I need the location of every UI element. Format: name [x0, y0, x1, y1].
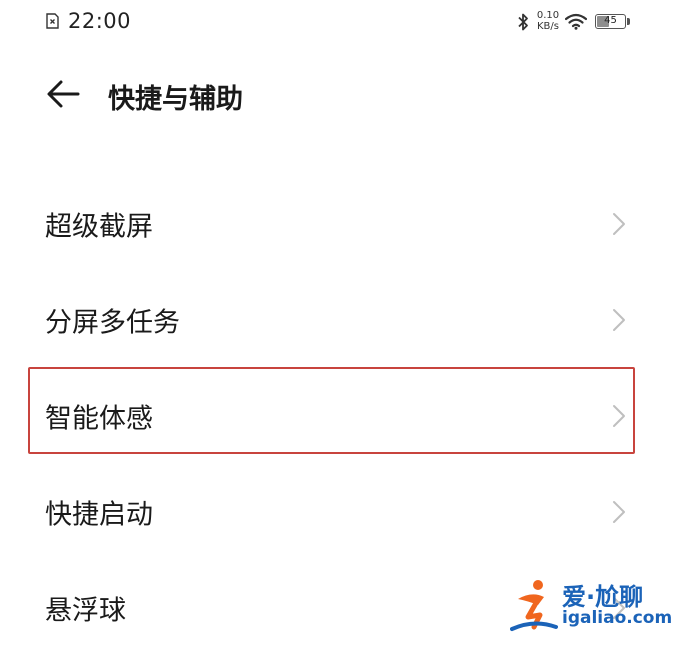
- menu-item-quick-launch[interactable]: 快捷启动: [0, 466, 675, 558]
- sim-icon: [46, 13, 59, 29]
- chevron-right-icon: [613, 501, 625, 523]
- menu-item-split-screen[interactable]: 分屏多任务: [0, 274, 675, 366]
- menu-item-smart-motion[interactable]: 智能体感: [0, 370, 675, 462]
- chevron-right-icon: [613, 309, 625, 331]
- network-speed: 0.10 KB/s: [535, 10, 561, 32]
- network-speed-value: 0.10: [536, 10, 560, 21]
- status-time: 22:00: [68, 9, 132, 33]
- menu-item-super-screenshot[interactable]: 超级截屏: [0, 178, 675, 270]
- back-button[interactable]: [44, 76, 84, 112]
- menu-item-label: 超级截屏: [45, 211, 153, 243]
- page-header: 快捷与辅助: [0, 66, 675, 122]
- bluetooth-icon: [518, 13, 528, 31]
- wifi-icon: [565, 13, 587, 30]
- watermark-logo-icon: [510, 580, 558, 631]
- site-watermark: 爱·尬聊 igaliao.com: [510, 575, 673, 637]
- battery-icon: 45: [595, 14, 626, 29]
- menu-item-label: 快捷启动: [45, 499, 153, 531]
- battery-level: 45: [604, 15, 617, 26]
- menu-item-label: 分屏多任务: [45, 307, 180, 339]
- battery-tip: [627, 18, 630, 25]
- watermark-title: 爱·尬聊: [562, 583, 644, 611]
- menu-item-label: 智能体感: [45, 403, 153, 435]
- back-arrow-icon: [47, 80, 80, 108]
- watermark-url: igaliao.com: [562, 608, 673, 628]
- page-title: 快捷与辅助: [108, 84, 243, 115]
- chevron-right-icon: [613, 405, 625, 427]
- menu-item-label: 悬浮球: [45, 595, 126, 627]
- status-bar: 22:00 0.10 KB/s 45: [0, 0, 675, 44]
- chevron-right-icon: [613, 213, 625, 235]
- network-speed-unit: KB/s: [537, 21, 559, 32]
